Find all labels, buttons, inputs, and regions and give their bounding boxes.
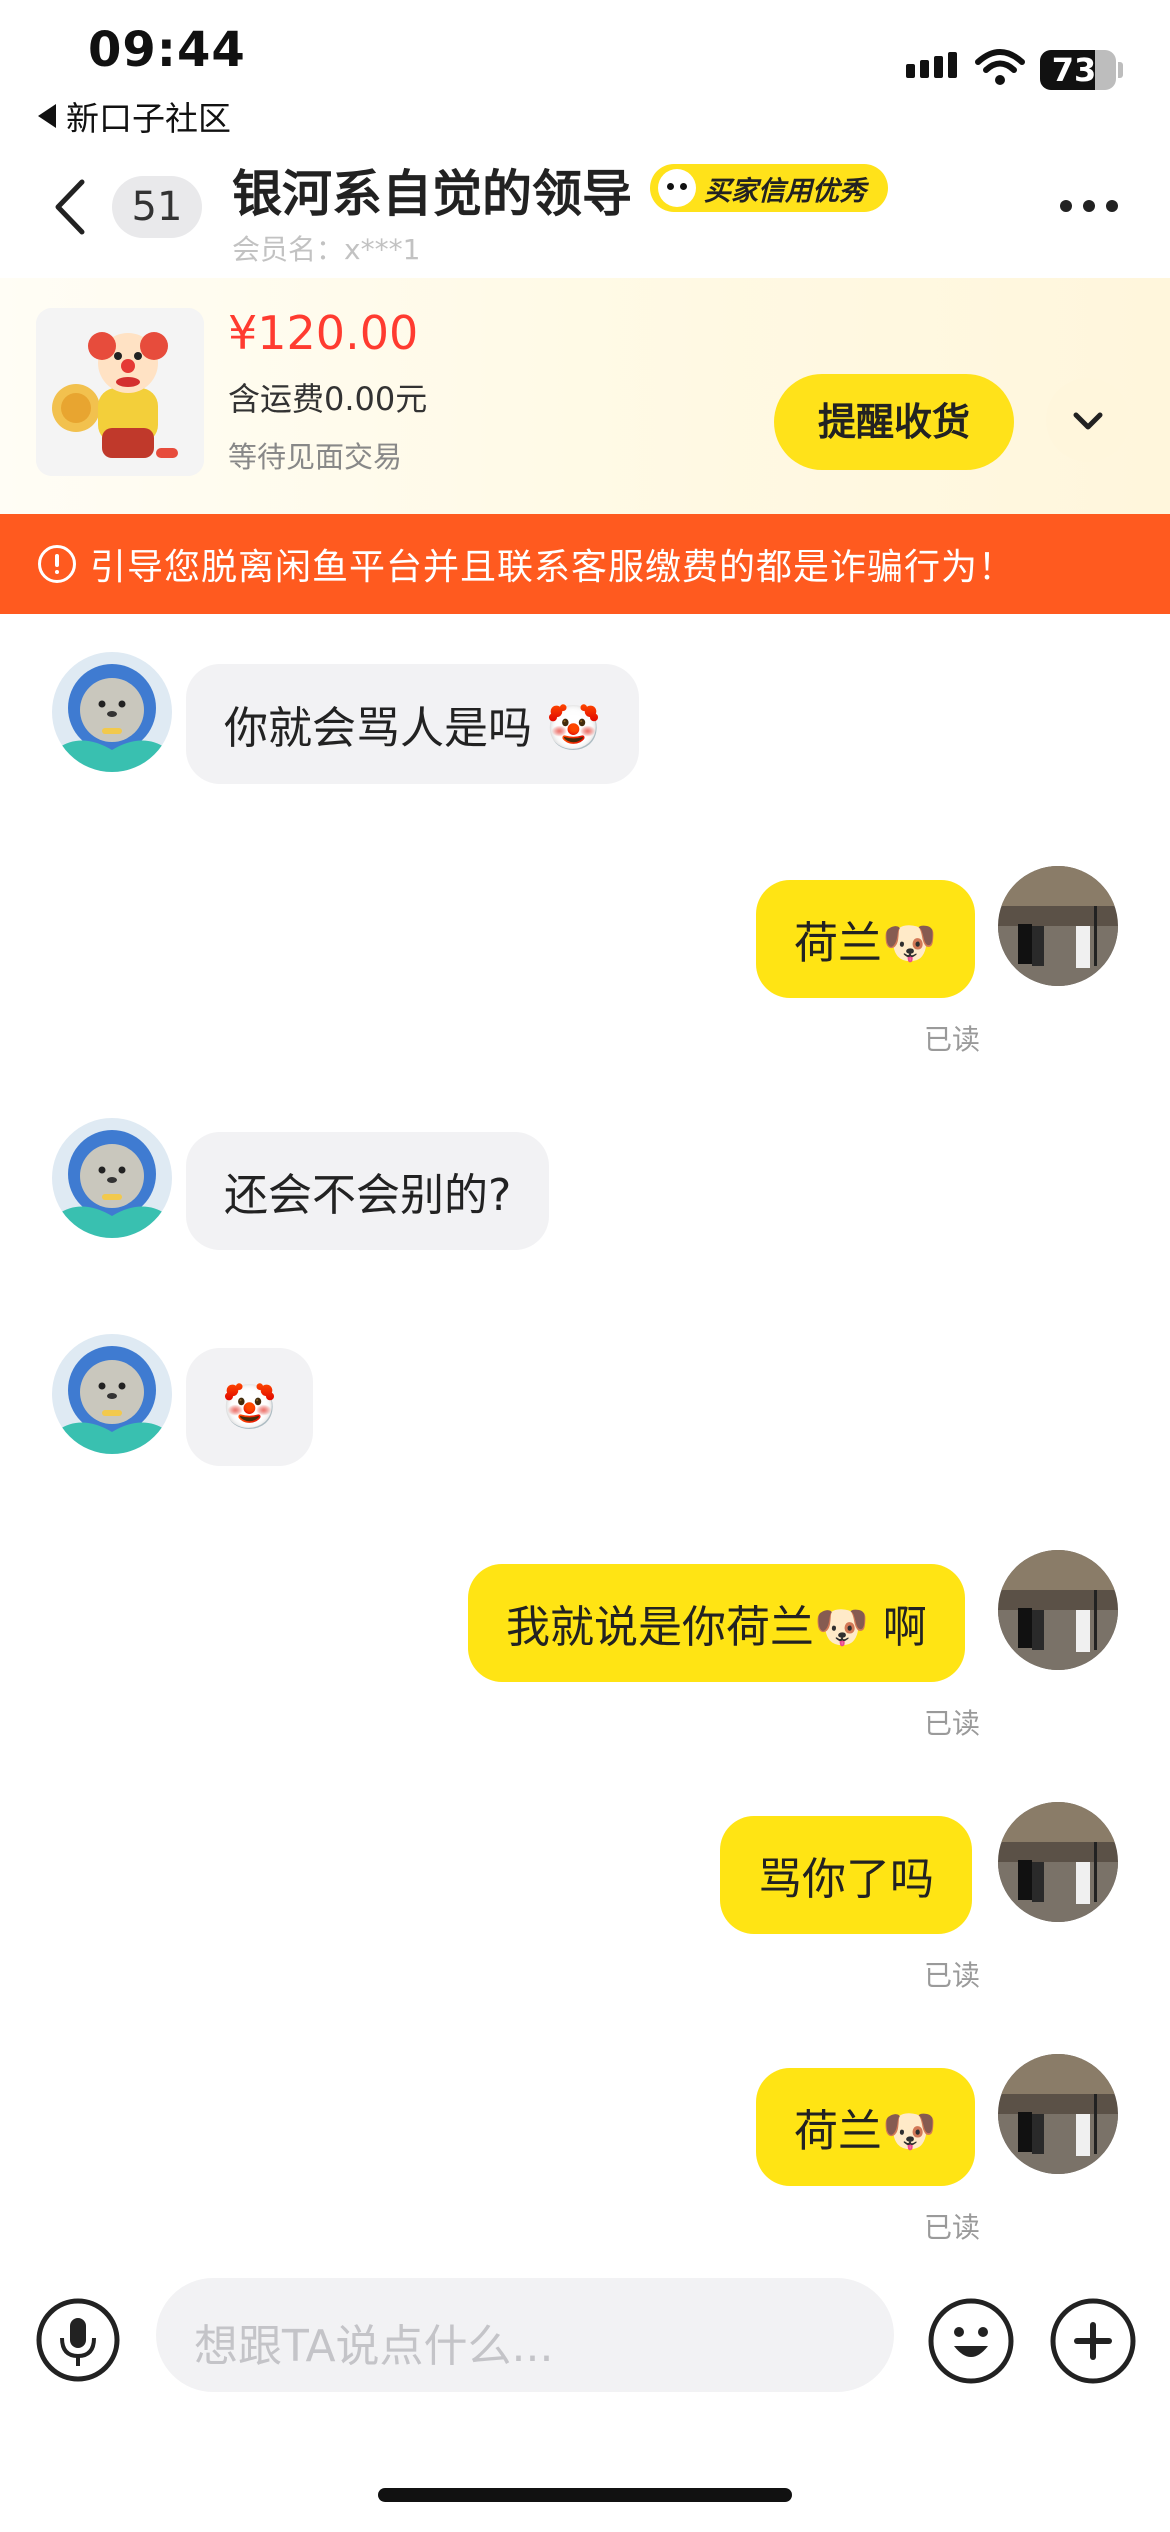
seal-avatar-image [52, 1118, 172, 1238]
seal-avatar-image [52, 1334, 172, 1454]
fraud-warning-banner: 引导您脱离闲鱼平台并且联系客服缴费的都是诈骗行为！ [0, 514, 1170, 614]
mic-icon[interactable] [36, 2298, 120, 2382]
other-user-avatar[interactable] [52, 1118, 172, 1238]
my-avatar[interactable] [998, 1802, 1118, 1922]
member-name: 会员名：x***1 [232, 233, 421, 266]
back-to-app-link[interactable]: 新口子社区 [38, 92, 231, 140]
plus-icon[interactable] [1050, 2298, 1136, 2384]
credit-badge-label: 买家信用优秀 [704, 175, 866, 207]
clown-toy-image [36, 308, 204, 476]
photo-avatar-image [998, 866, 1118, 986]
cellular-signal-icon [906, 52, 957, 78]
status-time: 09:44 [88, 22, 246, 78]
battery-level: 73 [1051, 51, 1097, 89]
home-indicator[interactable] [378, 2488, 792, 2502]
message-bubble[interactable]: 骂你了吗 [720, 1816, 972, 1934]
remind-receipt-button[interactable]: 提醒收货 [774, 374, 1014, 470]
message-bubble[interactable]: 你就会骂人是吗 🤡 [186, 664, 639, 784]
chevron-left-icon[interactable] [50, 178, 90, 236]
battery-icon: 73 [1040, 50, 1116, 90]
chat-title[interactable]: 银河系自觉的领导 [232, 154, 632, 226]
my-avatar[interactable] [998, 866, 1118, 986]
alert-circle-icon [38, 545, 76, 583]
photo-avatar-image [998, 2054, 1118, 2174]
my-avatar[interactable] [998, 1550, 1118, 1670]
message-bubble[interactable]: 🤡 [186, 1348, 313, 1466]
other-user-avatar[interactable] [52, 1334, 172, 1454]
message-input-placeholder: 想跟TA说点什么... [194, 2321, 554, 2372]
order-status: 等待见面交易 [228, 440, 403, 474]
read-receipt: 已读 [924, 1023, 981, 1056]
more-icon[interactable] [1060, 200, 1118, 212]
my-avatar[interactable] [998, 2054, 1118, 2174]
message-bubble[interactable]: 还会不会别的? [186, 1132, 550, 1250]
seal-avatar-image [52, 652, 172, 772]
other-user-avatar[interactable] [52, 652, 172, 772]
back-app-label: 新口子社区 [66, 99, 231, 138]
photo-avatar-image [998, 1802, 1118, 1922]
credit-badge[interactable]: 买家信用优秀 [650, 164, 888, 212]
wifi-icon [975, 49, 1025, 85]
battery-cap [1118, 62, 1123, 78]
back-triangle-icon [38, 104, 56, 128]
photo-avatar-image [998, 1550, 1118, 1670]
read-receipt: 已读 [924, 2211, 981, 2244]
chevron-down-icon[interactable] [1046, 378, 1130, 462]
message-bubble[interactable]: 我就说是你荷兰🐶 啊 [468, 1564, 965, 1682]
unread-count-badge: 51 [112, 176, 202, 238]
shipping-fee: 含运费0.00元 [228, 380, 428, 418]
read-receipt: 已读 [924, 1959, 981, 1992]
smiley-icon[interactable] [928, 2298, 1014, 2384]
warning-text: 引导您脱离闲鱼平台并且联系客服缴费的都是诈骗行为！ [90, 547, 1016, 588]
message-bubble[interactable]: 荷兰🐶 [756, 2068, 975, 2186]
message-bubble[interactable]: 荷兰🐶 [756, 880, 975, 998]
fish-face-icon [658, 169, 696, 207]
read-receipt: 已读 [924, 1707, 981, 1740]
product-thumbnail[interactable] [36, 308, 204, 476]
product-price: ¥120.00 [228, 306, 419, 360]
